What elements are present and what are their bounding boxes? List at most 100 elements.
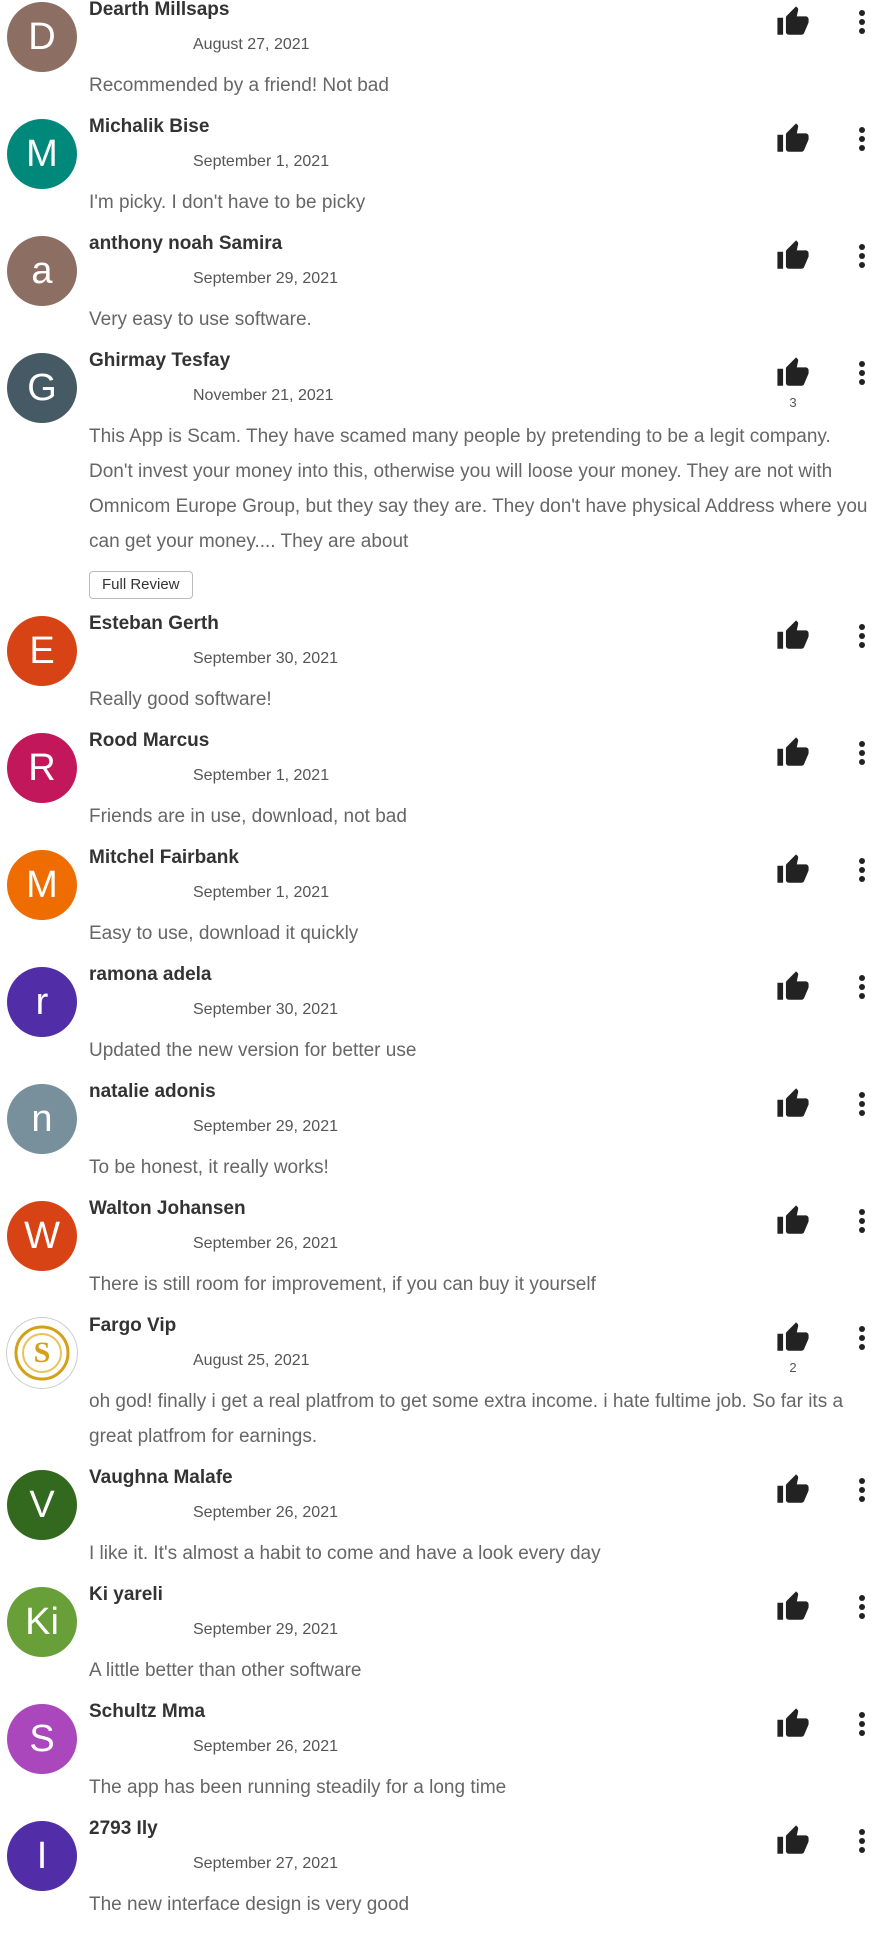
reviewer-name: Vaughna Malafe: [89, 1467, 233, 1488]
avatar: R: [7, 733, 77, 803]
review-date: September 29, 2021: [193, 1621, 338, 1638]
more-options-button[interactable]: [852, 736, 872, 770]
review-text-line: Recommended by a friend! Not bad: [89, 75, 389, 96]
more-options-button[interactable]: [852, 970, 872, 1004]
avatar: S: [7, 1318, 77, 1388]
review-text-line: I'm picky. I don't have to be picky: [89, 192, 366, 213]
thumb-up-icon: [777, 1322, 809, 1351]
review-text-line: Updated the new version for better use: [89, 1040, 417, 1061]
reviewer-name: Rood Marcus: [89, 730, 210, 751]
review-text-line: can get your money.... They are about: [89, 531, 409, 552]
like-button[interactable]: [775, 239, 811, 273]
like-button[interactable]: [775, 356, 811, 390]
avatar-letter: n: [31, 1097, 53, 1140]
reviewer-name: Mitchel Fairbank: [89, 847, 239, 868]
like-button[interactable]: [775, 122, 811, 156]
review-text-line: The app has been running steadily for a …: [89, 1777, 507, 1798]
more-options-button[interactable]: [852, 1204, 872, 1238]
more-vert-icon: [859, 10, 865, 34]
review-item: V Vaughna Malafe September 26, 2021 I like …: [0, 1467, 872, 1585]
review-date: September 1, 2021: [193, 153, 330, 170]
avatar: M: [7, 119, 77, 189]
more-vert-icon: [859, 624, 865, 648]
more-vert-icon: [859, 1829, 865, 1853]
review-item: Ki Ki yareli September 29, 2021 A little be…: [0, 1584, 872, 1702]
more-options-button[interactable]: [852, 1824, 872, 1858]
thumb-up-icon: [777, 123, 809, 152]
thumb-up-icon: [777, 1205, 809, 1234]
thumb-up-icon: [777, 1825, 809, 1854]
like-count: 3: [789, 395, 797, 410]
more-options-button[interactable]: [852, 122, 872, 156]
avatar: W: [7, 1201, 77, 1271]
review-date: September 1, 2021: [193, 767, 330, 784]
like-button[interactable]: [775, 970, 811, 1004]
like-button[interactable]: [775, 5, 811, 39]
review-text-line: Don't invest your money into this, other…: [89, 461, 833, 482]
thumb-up-icon: [777, 1474, 809, 1503]
review-text-line: Friends are in use, download, not bad: [89, 806, 407, 827]
avatar-letter: V: [29, 1483, 55, 1526]
like-button[interactable]: [775, 619, 811, 653]
thumb-up-icon: [777, 6, 809, 35]
review-item: r ramona adela September 30, 2021 Updated t…: [0, 964, 872, 1082]
like-button[interactable]: [775, 1824, 811, 1858]
reviewer-name: Dearth Millsaps: [89, 0, 230, 20]
review-text-line: The new interface design is very good: [89, 1894, 410, 1915]
like-button[interactable]: [775, 1707, 811, 1741]
like-button[interactable]: [775, 853, 811, 887]
review-text-line: Omnicom Europe Group, but they say they …: [89, 496, 868, 517]
like-button[interactable]: [775, 1321, 811, 1355]
reviewer-name: Walton Johansen: [89, 1198, 246, 1219]
like-button[interactable]: [775, 1087, 811, 1121]
reviewer-name: Ki yareli: [89, 1584, 163, 1605]
avatar: I: [7, 1821, 77, 1891]
avatar-letter: S: [29, 1717, 55, 1760]
more-vert-icon: [859, 858, 865, 882]
reviewer-name: Fargo Vip: [89, 1315, 177, 1336]
more-options-button[interactable]: [852, 1087, 872, 1121]
like-button[interactable]: [775, 1590, 811, 1624]
avatar-letter: E: [29, 629, 55, 672]
review-date: September 30, 2021: [193, 1001, 338, 1018]
avatar: G: [7, 353, 77, 423]
more-options-button[interactable]: [852, 1590, 872, 1624]
more-options-button[interactable]: [852, 1321, 872, 1355]
review-date: September 1, 2021: [193, 884, 330, 901]
review-text-line: To be honest, it really works!: [89, 1157, 329, 1178]
more-vert-icon: [859, 1595, 865, 1619]
more-vert-icon: [859, 741, 865, 765]
avatar-letter: Ki: [25, 1600, 59, 1643]
review-date: September 30, 2021: [193, 650, 338, 667]
avatar: E: [7, 616, 77, 686]
like-button[interactable]: [775, 1473, 811, 1507]
like-button[interactable]: [775, 736, 811, 770]
full-review-button[interactable]: Full Review: [89, 571, 193, 599]
thumb-up-icon: [777, 1088, 809, 1117]
more-vert-icon: [859, 1092, 865, 1116]
review-text-line: Really good software!: [89, 689, 272, 710]
review-item: W Walton Johansen September 26, 2021 There …: [0, 1198, 872, 1316]
review-item: n natalie adonis September 29, 2021 To be h…: [0, 1081, 872, 1199]
avatar-letter: M: [26, 132, 58, 175]
review-date: September 26, 2021: [193, 1235, 338, 1252]
more-options-button[interactable]: [852, 619, 872, 653]
reviewer-name: Esteban Gerth: [89, 613, 219, 634]
review-item: M Michalik Bise September 1, 2021 I'm picky…: [0, 116, 872, 234]
more-options-button[interactable]: [852, 1707, 872, 1741]
more-options-button[interactable]: [852, 853, 872, 887]
review-item: D Dearth Millsaps August 27, 2021 Recommend…: [0, 0, 872, 117]
more-options-button[interactable]: [852, 1473, 872, 1507]
more-options-button[interactable]: [852, 239, 872, 273]
more-options-button[interactable]: [852, 5, 872, 39]
avatar-letter: W: [24, 1214, 60, 1257]
review-date: September 27, 2021: [193, 1855, 338, 1872]
more-options-button[interactable]: [852, 356, 872, 390]
thumb-up-icon: [777, 1708, 809, 1737]
review-text-line: Easy to use, download it quickly: [89, 923, 359, 944]
review-text-line: This App is Scam. They have scamed many …: [89, 426, 831, 447]
review-item: R Rood Marcus September 1, 2021 Friends are…: [0, 730, 872, 848]
like-button[interactable]: [775, 1204, 811, 1238]
avatar-letter: a: [31, 249, 53, 292]
more-vert-icon: [859, 244, 865, 268]
